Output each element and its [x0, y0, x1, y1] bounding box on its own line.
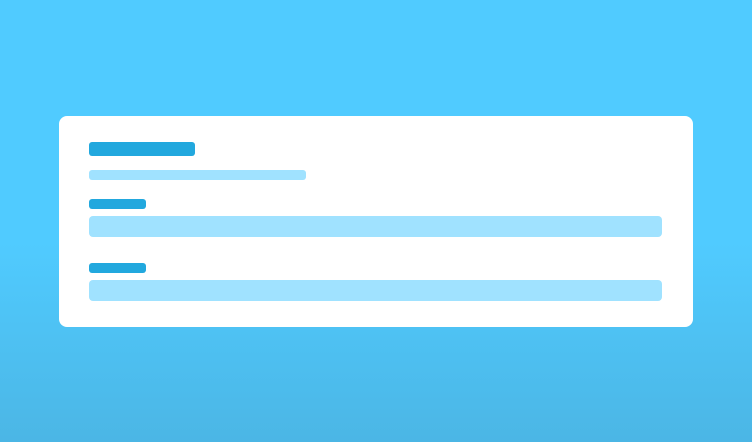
field-2-input-placeholder[interactable] — [89, 280, 662, 301]
field-1-input-placeholder[interactable] — [89, 216, 662, 237]
form-title-placeholder — [89, 142, 195, 156]
field-2-label-placeholder — [89, 263, 146, 273]
form-subtitle-placeholder — [89, 170, 306, 180]
form-card — [59, 116, 693, 327]
field-1-label-placeholder — [89, 199, 146, 209]
